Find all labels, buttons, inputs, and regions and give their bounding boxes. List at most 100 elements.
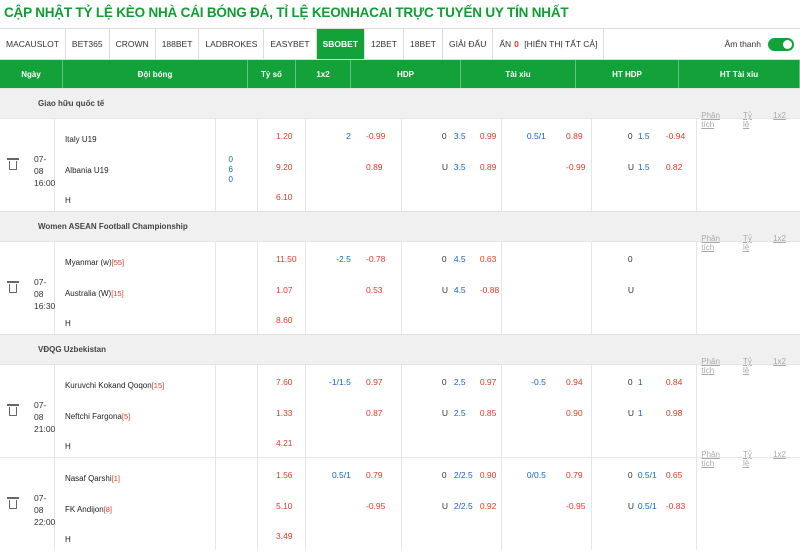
odds-1x2-value: 4.21: [275, 438, 293, 448]
match-time: 22:00: [34, 517, 56, 527]
away-team[interactable]: Neftchi Fargona[5]: [65, 412, 130, 421]
ht-ou-under-label: U: [627, 408, 634, 418]
tab-bet365[interactable]: BET365: [66, 29, 110, 59]
odds-1x2-cell: 7.60 1.33 4.21: [258, 365, 306, 457]
odds-1x2-value: 7.60: [275, 377, 293, 387]
trash-icon[interactable]: [7, 158, 19, 170]
sound-toggle[interactable]: [768, 37, 794, 51]
hdp-cell: -2.5 -0.78 0.53: [306, 242, 402, 334]
team-cell: Italy U19 Albania U19 H: [55, 119, 217, 211]
hdp-line: -1/1.5: [329, 377, 351, 387]
home-team[interactable]: Italy U19: [65, 135, 97, 144]
team-rank: [55]: [111, 258, 125, 267]
analysis-link[interactable]: Phân tích: [701, 450, 725, 542]
ht-over-under-cell: 0 1 0.84 U 1 0.98: [592, 365, 698, 457]
over-under-cell: 0 2.5 0.97 U 2.5 0.85: [402, 365, 503, 457]
team-rank: [15]: [111, 289, 124, 298]
1x2-link[interactable]: 1x2: [773, 234, 786, 326]
hidden-matches-tab[interactable]: ẨN 0 [HIỂN THỊ TẤT CẢ]: [493, 29, 605, 59]
tab-sbobet[interactable]: SBOBET: [316, 29, 366, 59]
analysis-link[interactable]: Phân tích: [701, 357, 725, 449]
match-time: 21:00: [34, 424, 56, 434]
tab-12bet[interactable]: 12BET: [365, 29, 405, 59]
hdp-odds-home: 0.97: [365, 377, 383, 387]
ou-over-label: 0: [441, 470, 447, 480]
1x2-link[interactable]: 1x2: [773, 357, 786, 449]
col-header-date: Ngày: [0, 60, 63, 88]
tab-ladbrokes[interactable]: LADBROKES: [199, 29, 265, 59]
ht-ou-under-label: U: [627, 285, 634, 295]
tab-18bet[interactable]: 18BET: [404, 29, 444, 59]
tab-macauslot[interactable]: MACAUSLOT: [0, 29, 66, 59]
ou-over-label: 0: [441, 377, 447, 387]
home-team[interactable]: Myanmar (w)[55]: [65, 258, 124, 267]
match-date-cell: 07-08 21:00: [0, 365, 55, 457]
odds-1x2-value: 11.50: [275, 254, 297, 264]
over-under-cell: 0 2/2.5 0.90 U 2/2.5 0.92: [402, 458, 503, 550]
ht-ou-odds-under: 0.98: [665, 408, 683, 418]
ht-hdp-cell: 0.5/1 0.89 -0.99: [502, 119, 592, 211]
odds-1x2-cell: 1.20 9.20 6.10: [258, 119, 306, 211]
away-team[interactable]: Albania U19: [65, 166, 109, 175]
ou-under-label: U: [441, 285, 448, 295]
trash-icon[interactable]: [7, 404, 19, 416]
odds-1x2-value: 1.33: [275, 408, 293, 418]
odds-link[interactable]: Tỷ lệ: [743, 234, 755, 326]
league-header: Giao hữu quốc tế: [0, 88, 800, 118]
odds-link[interactable]: Tỷ lệ: [743, 111, 755, 203]
match-date: 07-08: [34, 400, 47, 422]
team-name: Italy U19: [64, 135, 97, 144]
score-part: 6: [228, 165, 233, 174]
ou-under-label: U: [441, 408, 448, 418]
bookmaker-tabs: MACAUSLOT BET365 CROWN 188BET LADBROKES EASYB…: [0, 28, 800, 60]
tab-188bet[interactable]: 188BET: [156, 29, 200, 59]
draw-label: H: [64, 442, 71, 451]
ou-odds-under: -0.88: [479, 285, 500, 295]
trash-icon[interactable]: [7, 497, 19, 509]
hdp-odds-away: 0.89: [365, 162, 383, 172]
kickoff-datetime: 07-08 21:00: [34, 399, 55, 435]
1x2-link[interactable]: 1x2: [773, 450, 786, 542]
ht-hdp-line: -0.5: [531, 377, 546, 387]
home-team[interactable]: Nasaf Qarshi[1]: [65, 474, 120, 483]
tab-crown[interactable]: CROWN: [110, 29, 156, 59]
ht-ou-over-label: 0: [627, 254, 633, 264]
tab-giải-đấu[interactable]: GIẢI ĐẤU: [443, 29, 494, 59]
tab-easybet[interactable]: EASYBET: [264, 29, 317, 59]
match-row: 07-08 22:00 Nasaf Qarshi[1] FK Andijon[8] H 1…: [0, 450, 800, 550]
ht-ou-line-under: 0.5/1: [637, 501, 657, 511]
draw-label: H: [64, 319, 71, 328]
hdp-odds-away: 0.53: [365, 285, 383, 295]
analysis-link[interactable]: Phân tích: [701, 111, 725, 203]
away-team[interactable]: Australia (W)[15]: [65, 289, 124, 298]
odds-1x2-cell: 11.50 1.07 8.60: [258, 242, 306, 334]
ou-odds-under: 0.89: [479, 162, 497, 172]
ht-over-under-cell: 0 1.5 -0.94 U 1.5 0.82: [592, 119, 698, 211]
ht-ou-odds-over: 0.65: [665, 470, 683, 480]
hdp-cell: 0.5/1 0.79 -0.95: [306, 458, 402, 550]
odds-link[interactable]: Tỷ lệ: [743, 450, 755, 542]
home-team[interactable]: Kuruvchi Kokand Qoqon[15]: [65, 381, 164, 390]
league-header: VĐQG Uzbekistan: [0, 334, 800, 364]
away-team[interactable]: FK Andijon[8]: [65, 505, 112, 514]
odds-1x2-value: 5.10: [275, 501, 293, 511]
odds-1x2-value: 3.49: [275, 531, 293, 541]
match-row: 07-08 16:30 Myanmar (w)[55] Australia (W)[1…: [0, 234, 800, 334]
draw-label: H: [64, 196, 71, 205]
ou-odds-over: 0.99: [479, 131, 497, 141]
col-header-over-under: Tài xỉu: [461, 60, 576, 88]
team-name: Nasaf Qarshi: [64, 474, 112, 483]
ht-hdp-cell: 0/0.5 0.79 -0.95: [502, 458, 592, 550]
analysis-link[interactable]: Phân tích: [701, 234, 725, 326]
match-date-cell: 07-08 16:00: [0, 119, 55, 211]
show-all-link[interactable]: [HIỂN THỊ TẤT CẢ]: [524, 39, 597, 49]
ou-line-over: 4.5: [453, 254, 466, 264]
1x2-link[interactable]: 1x2: [773, 111, 786, 203]
col-header-ht-over-under: HT Tài xỉu: [679, 60, 800, 88]
odds-1x2-cell: 1.56 5.10 3.49: [258, 458, 306, 550]
odds-link[interactable]: Tỷ lệ: [743, 357, 755, 449]
trash-icon[interactable]: [7, 281, 19, 293]
odds-1x2-value: 1.56: [275, 470, 293, 480]
live-score: 060: [229, 155, 233, 185]
league-header: Women ASEAN Football Championship: [0, 211, 800, 241]
